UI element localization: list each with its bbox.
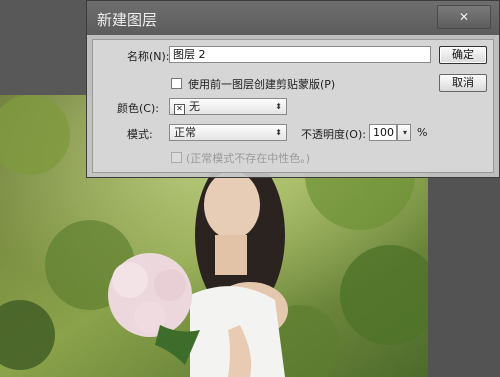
color-label: 颜色(C): [117,102,159,115]
close-button[interactable]: ✕ [437,5,491,29]
mode-label: 模式: [127,128,153,141]
name-label: 名称(N): [127,50,170,63]
opacity-dropdown-button[interactable]: ▾ [397,124,411,141]
name-input[interactable]: 图层 2 [169,46,431,63]
color-select[interactable]: ✕ 无 ⬍ [169,98,287,115]
chevron-down-icon: ▾ [402,128,407,137]
chevron-updown-icon: ⬍ [275,128,282,137]
cancel-button[interactable]: 取消 [439,74,487,92]
mode-value: 正常 [174,126,196,139]
opacity-input[interactable]: 100 [369,124,397,141]
new-layer-dialog: 新建图层 ✕ 名称(N): 图层 2 使用前一图层创建剪贴蒙版(P) 颜色(C)… [86,0,500,178]
dialog-body: 名称(N): 图层 2 使用前一图层创建剪贴蒙版(P) 颜色(C): ✕ 无 ⬍ … [92,39,494,173]
opacity-unit: % [417,126,428,139]
color-swatch-icon: ✕ [174,104,185,115]
clip-mask-label: 使用前一图层创建剪贴蒙版(P) [188,78,336,91]
clip-mask-checkbox[interactable] [171,78,182,89]
color-value: 无 [189,100,200,113]
dialog-titlebar[interactable]: 新建图层 ✕ [87,1,499,35]
ok-button[interactable]: 确定 [439,46,487,64]
opacity-label: 不透明度(O): [301,128,366,141]
chevron-updown-icon: ⬍ [275,102,282,111]
neutral-color-checkbox [171,152,182,163]
dialog-title: 新建图层 [97,11,158,29]
close-icon: ✕ [458,10,470,24]
neutral-color-label: (正常模式不存在中性色。) [186,152,311,165]
mode-select[interactable]: 正常 ⬍ [169,124,287,141]
